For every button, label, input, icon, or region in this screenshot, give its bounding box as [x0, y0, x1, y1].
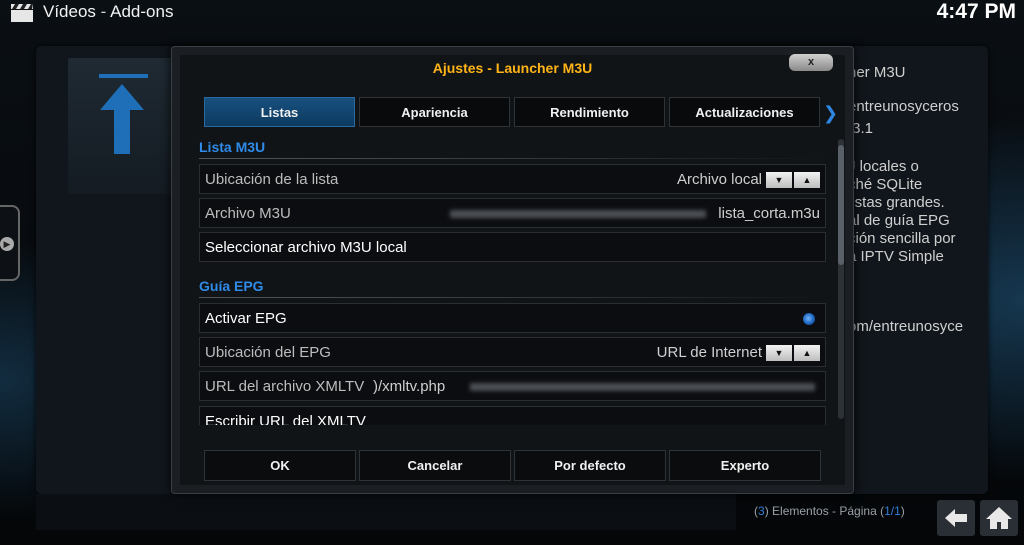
down-arrow-icon[interactable]: ▼ — [766, 172, 792, 188]
info-line: ché SQLite — [848, 176, 923, 193]
tab-actualizaciones[interactable]: Actualizaciones — [669, 97, 820, 127]
info-line: a IPTV Simple — [848, 248, 944, 265]
breadcrumb: Vídeos - Add-ons — [43, 2, 173, 22]
tab-listas[interactable]: Listas — [204, 97, 355, 127]
ok-button[interactable]: OK — [204, 450, 356, 481]
chevron-right-icon: ▶ — [0, 237, 14, 251]
setting-value: lista_corta.m3u — [718, 205, 820, 222]
setting-write-xmltv-url[interactable]: Escribir URL del XMLTV — [199, 406, 826, 425]
setting-epg-location[interactable]: Ubicación del EPG URL de Internet ▼ ▲ — [199, 337, 826, 367]
info-line: J locales o — [848, 158, 919, 175]
cancel-button[interactable]: Cancelar — [359, 450, 511, 481]
section-header-epg: Guía EPG — [199, 278, 264, 294]
clock: 4:47 PM — [936, 0, 1016, 23]
up-arrow-icon[interactable]: ▲ — [794, 172, 820, 188]
setting-value: Archivo local — [676, 171, 762, 188]
home-icon — [986, 507, 1012, 529]
value-spinner[interactable]: ▼ ▲ — [766, 172, 820, 188]
setting-value: URL de Internet — [656, 344, 762, 361]
setting-label: Activar EPG — [205, 310, 287, 327]
breadcrumb-section: Vídeos — [43, 2, 96, 21]
radio-on-icon[interactable] — [803, 313, 815, 325]
item-count: (3) Elementos - Página (1/1) — [754, 504, 905, 518]
redacted-path — [450, 210, 706, 218]
breadcrumb-separator: - — [100, 2, 107, 21]
setting-xmltv-url[interactable]: URL del archivo XMLTV )/xmltv.php — [199, 371, 826, 401]
dialog-title: Ajustes - Launcher M3U — [432, 60, 593, 76]
home-button[interactable] — [980, 500, 1018, 536]
info-line: al de guía EPG — [848, 212, 950, 229]
default-button[interactable]: Por defecto — [514, 450, 666, 481]
back-button[interactable] — [937, 500, 975, 536]
settings-dialog: Ajustes - Launcher M3U x Listas Aparienc… — [171, 46, 854, 494]
item-count-value: 3 — [758, 504, 765, 518]
down-arrow-icon[interactable]: ▼ — [766, 345, 792, 361]
setting-label: Seleccionar archivo M3U local — [205, 239, 407, 256]
scrollbar-thumb[interactable] — [838, 145, 844, 265]
info-line: om/entreunosyce — [848, 318, 964, 335]
top-bar: Vídeos - Add-ons 4:47 PM — [0, 0, 1024, 26]
setting-label: Escribir URL del XMLTV — [205, 413, 366, 425]
setting-select-m3u[interactable]: Seleccionar archivo M3U local — [199, 232, 826, 262]
setting-list-location[interactable]: Ubicación de la lista Archivo local ▼ ▲ — [199, 164, 826, 194]
setting-label: Archivo M3U — [205, 205, 291, 222]
breadcrumb-subsection: Add-ons — [110, 2, 174, 21]
setting-value: )/xmltv.php — [373, 378, 446, 395]
close-button[interactable]: x — [789, 54, 833, 71]
setting-activate-epg[interactable]: Activar EPG — [199, 303, 826, 333]
setting-label: URL del archivo XMLTV — [205, 378, 365, 395]
expert-button[interactable]: Experto — [669, 450, 821, 481]
up-arrow-icon — [99, 74, 148, 154]
info-line: her M3U — [848, 64, 906, 81]
info-line: listas grandes. — [848, 194, 945, 211]
info-line: entreunosyceros — [848, 98, 959, 115]
value-spinner[interactable]: ▼ ▲ — [766, 345, 820, 361]
back-arrow-icon — [945, 509, 967, 527]
info-line: ción sencilla por — [848, 230, 956, 247]
divider — [199, 158, 825, 159]
tab-rendimiento[interactable]: Rendimiento — [514, 97, 665, 127]
redacted-url — [470, 383, 815, 391]
chevron-right-icon[interactable]: ❯ — [823, 103, 838, 124]
page-indicator: 1/1 — [884, 504, 901, 518]
section-header-m3u: Lista M3U — [199, 139, 266, 155]
tab-apariencia[interactable]: Apariencia — [359, 97, 510, 127]
scrollbar[interactable] — [838, 139, 844, 419]
up-arrow-icon[interactable]: ▲ — [794, 345, 820, 361]
bottom-strip — [36, 494, 736, 530]
setting-m3u-file[interactable]: Archivo M3U lista_corta.m3u — [199, 198, 826, 228]
setting-label: Ubicación del EPG — [205, 344, 331, 361]
clapperboard-icon — [11, 4, 33, 22]
side-menu-handle[interactable]: ▶ — [0, 205, 20, 281]
divider — [199, 297, 825, 298]
setting-label: Ubicación de la lista — [205, 171, 339, 188]
